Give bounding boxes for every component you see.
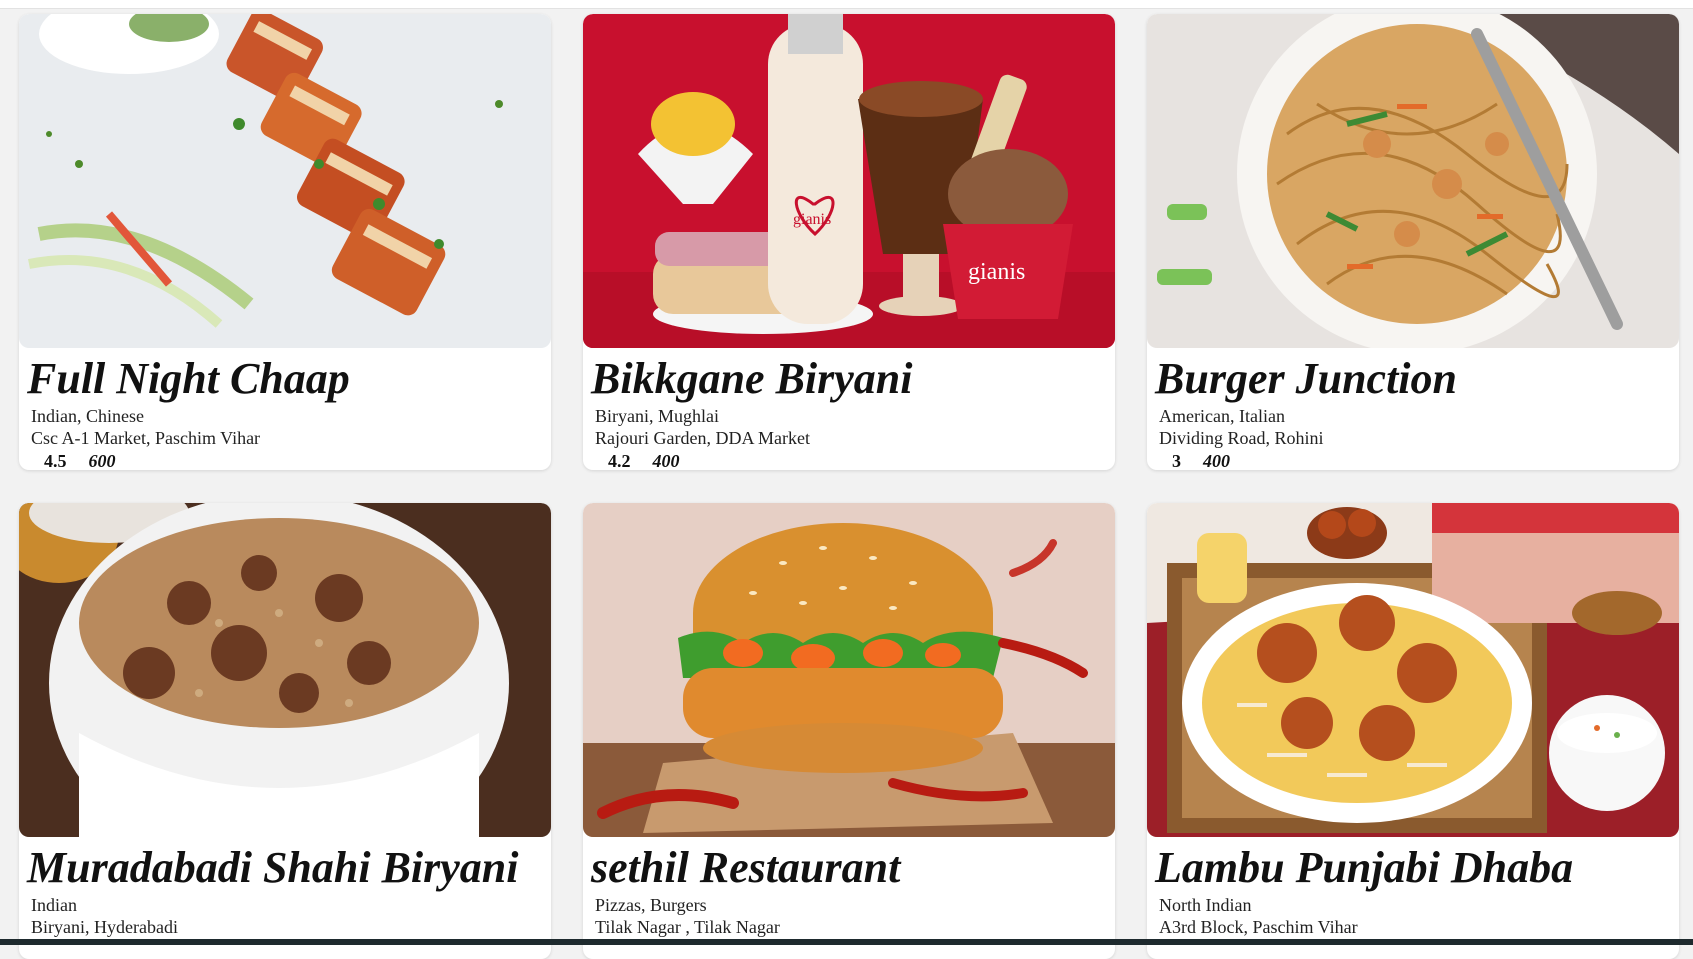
restaurant-name: Muradabadi Shahi Biryani bbox=[27, 843, 519, 892]
restaurant-name: Full Night Chaap bbox=[27, 354, 350, 403]
gianis-dessert-photo: gianis gianis bbox=[583, 14, 1115, 348]
restaurant-rating: 3 bbox=[1172, 451, 1181, 470]
restaurant-name: Lambu Punjabi Dhaba bbox=[1155, 843, 1574, 892]
restaurant-cuisines: North Indian bbox=[1159, 895, 1252, 915]
restaurant-meta: 3 400 bbox=[1172, 450, 1679, 470]
restaurant-card-sethil-restaurant[interactable]: sethil Restaurant Pizzas, Burgers Tilak … bbox=[583, 503, 1115, 959]
restaurant-name: sethil Restaurant bbox=[591, 843, 901, 892]
restaurant-meta: 4.2 400 bbox=[608, 450, 1115, 470]
restaurant-address: Csc A-1 Market, Paschim Vihar bbox=[31, 428, 261, 448]
gianis-cup-logo: gianis bbox=[968, 259, 1025, 285]
restaurant-address: Rajouri Garden, DDA Market bbox=[595, 428, 810, 448]
restaurant-card-muradabadi-shahi-biryani[interactable]: Muradabadi Shahi Biryani Indian Biryani,… bbox=[19, 503, 551, 959]
restaurant-card-burger-junction[interactable]: Burger Junction American, Italian Dividi… bbox=[1147, 14, 1679, 470]
restaurant-rating: 4.2 bbox=[608, 451, 631, 470]
restaurant-name: Bikkgane Biryani bbox=[591, 354, 913, 403]
restaurant-address: A3rd Block, Paschim Vihar bbox=[1159, 917, 1358, 937]
chicken-biryani-platter-photo bbox=[1147, 503, 1679, 837]
restaurant-cuisines: Pizzas, Burgers bbox=[595, 895, 707, 915]
biryani-bowl-photo bbox=[19, 503, 551, 837]
restaurant-price: 400 bbox=[1203, 451, 1230, 470]
restaurant-cuisines: Biryani, Mughlai bbox=[595, 406, 719, 426]
gianis-bottle-logo: gianis bbox=[793, 211, 831, 228]
restaurant-cuisines: American, Italian bbox=[1159, 406, 1285, 426]
noodles-bowl-photo bbox=[1147, 14, 1679, 348]
restaurant-rating: 4.5 bbox=[44, 451, 67, 470]
restaurant-address: Biryani, Hyderabadi bbox=[31, 917, 178, 937]
restaurant-name: Burger Junction bbox=[1155, 354, 1457, 403]
restaurant-card-lambu-punjabi-dhaba[interactable]: Lambu Punjabi Dhaba North Indian A3rd Bl… bbox=[1147, 503, 1679, 959]
page-top-edge bbox=[0, 0, 1693, 9]
restaurant-cuisines: Indian, Chinese bbox=[31, 406, 144, 426]
restaurant-meta: 4.5 600 bbox=[44, 450, 551, 470]
paneer-tikka-photo bbox=[19, 14, 551, 348]
restaurant-address: Tilak Nagar , Tilak Nagar bbox=[595, 917, 780, 937]
chicken-burger-photo bbox=[583, 503, 1115, 837]
restaurant-price: 600 bbox=[88, 451, 116, 470]
restaurant-cuisines: Indian bbox=[31, 895, 77, 915]
restaurant-card-bikkgane-biryani[interactable]: gianis gianis Bikkgane Biryani Biryani, … bbox=[583, 14, 1115, 470]
restaurant-card-full-night-chaap[interactable]: Full Night Chaap Indian, Chinese Csc A-1… bbox=[19, 14, 551, 470]
page-bottom-bar bbox=[0, 939, 1693, 945]
restaurant-price: 400 bbox=[652, 451, 680, 470]
restaurant-grid: Full Night Chaap Indian, Chinese Csc A-1… bbox=[19, 14, 1679, 959]
restaurant-address: Dividing Road, Rohini bbox=[1159, 428, 1324, 448]
